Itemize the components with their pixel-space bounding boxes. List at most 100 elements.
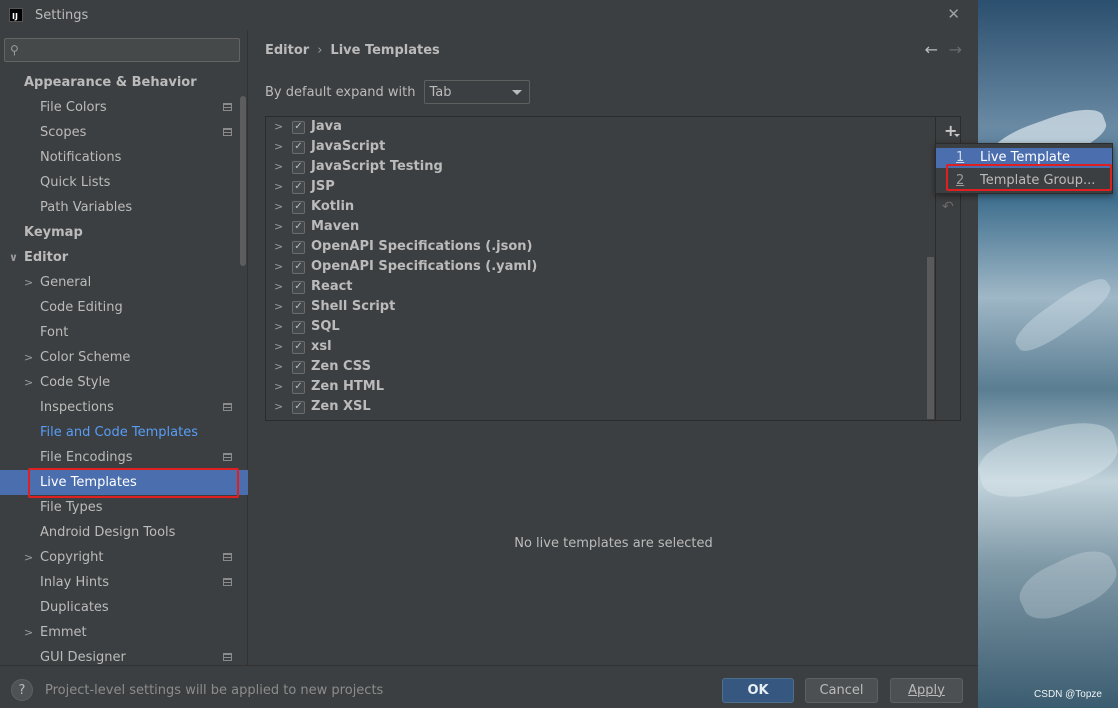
close-icon[interactable]: ✕ bbox=[947, 6, 960, 22]
chevron-right-icon[interactable]: > bbox=[274, 237, 286, 257]
templates-scrollbar[interactable] bbox=[927, 257, 934, 419]
template-group-row[interactable]: > ✓ Zen CSS bbox=[266, 357, 934, 377]
sidebar-item-font[interactable]: Font bbox=[0, 320, 240, 345]
chevron-right-icon[interactable]: > bbox=[274, 277, 286, 297]
template-group-row[interactable]: > ✓ SQL bbox=[266, 317, 934, 337]
template-group-row[interactable]: > ✓ React bbox=[266, 277, 934, 297]
apply-button[interactable]: Apply bbox=[890, 678, 963, 703]
sidebar-item-color-scheme[interactable]: > Color Scheme bbox=[0, 345, 240, 370]
template-group-checkbox[interactable]: ✓ bbox=[292, 200, 305, 214]
template-group-checkbox[interactable]: ✓ bbox=[292, 220, 305, 234]
sidebar-item-label: Duplicates bbox=[40, 600, 109, 615]
sidebar-item-quick-lists[interactable]: Quick Lists bbox=[0, 170, 240, 195]
template-group-checkbox[interactable]: ✓ bbox=[292, 140, 305, 154]
template-group-name: Shell Script bbox=[311, 299, 396, 314]
chevron-right-icon[interactable]: > bbox=[274, 377, 286, 397]
sidebar-item-editor[interactable]: ∨ Editor bbox=[0, 245, 240, 270]
chevron-right-icon[interactable]: > bbox=[24, 620, 33, 645]
template-group-checkbox[interactable]: ✓ bbox=[292, 360, 305, 374]
sidebar-item-appearance-behavior[interactable]: Appearance & Behavior bbox=[0, 70, 240, 95]
template-group-checkbox[interactable]: ✓ bbox=[292, 380, 305, 394]
template-group-row[interactable]: > ✓ Shell Script bbox=[266, 297, 934, 317]
template-group-checkbox[interactable]: ✓ bbox=[292, 320, 305, 334]
template-group-checkbox[interactable]: ✓ bbox=[292, 120, 305, 134]
chevron-right-icon[interactable]: > bbox=[274, 357, 286, 377]
ok-button[interactable]: OK bbox=[722, 678, 794, 703]
sidebar-item-scopes[interactable]: Scopes bbox=[0, 120, 240, 145]
chevron-right-icon[interactable]: > bbox=[274, 117, 286, 137]
template-group-row[interactable]: > ✓ JavaScript Testing bbox=[266, 157, 934, 177]
popup-item-live-template[interactable]: 1 Live Template bbox=[936, 148, 1112, 168]
sidebar-item-live-templates[interactable]: Live Templates bbox=[0, 470, 248, 495]
template-group-row[interactable]: > ✓ OpenAPI Specifications (.json) bbox=[266, 237, 934, 257]
template-group-checkbox[interactable]: ✓ bbox=[292, 240, 305, 254]
sidebar-item-inspections[interactable]: Inspections bbox=[0, 395, 240, 420]
chevron-right-icon[interactable]: > bbox=[24, 270, 33, 295]
add-icon[interactable]: + bbox=[944, 121, 961, 140]
chevron-right-icon[interactable]: > bbox=[274, 297, 286, 317]
template-group-row[interactable]: > ✓ Zen HTML bbox=[266, 377, 934, 397]
chevron-right-icon[interactable]: > bbox=[24, 370, 33, 395]
template-group-checkbox[interactable]: ✓ bbox=[292, 160, 305, 174]
chevron-right-icon[interactable]: > bbox=[274, 337, 286, 357]
sidebar-item-notifications[interactable]: Notifications bbox=[0, 145, 240, 170]
chevron-right-icon[interactable]: > bbox=[274, 137, 286, 157]
template-group-name: Zen CSS bbox=[311, 359, 371, 374]
chevron-down-icon[interactable]: ∨ bbox=[9, 245, 18, 270]
template-group-checkbox[interactable]: ✓ bbox=[292, 340, 305, 354]
sidebar-item-label: File Encodings bbox=[40, 450, 133, 465]
sidebar-item-file-and-code-templates[interactable]: File and Code Templates bbox=[0, 420, 240, 445]
chevron-right-icon[interactable]: > bbox=[274, 177, 286, 197]
sidebar-item-general[interactable]: > General bbox=[0, 270, 240, 295]
popup-item-template-group[interactable]: 2 Template Group... bbox=[936, 171, 1112, 191]
sidebar-item-file-types[interactable]: File Types bbox=[0, 495, 240, 520]
forward-arrow-icon[interactable]: → bbox=[949, 40, 962, 59]
sidebar-item-file-colors[interactable]: File Colors bbox=[0, 95, 240, 120]
sidebar-item-android-design-tools[interactable]: Android Design Tools bbox=[0, 520, 240, 545]
cancel-button[interactable]: Cancel bbox=[805, 678, 878, 703]
template-group-checkbox[interactable]: ✓ bbox=[292, 300, 305, 314]
template-group-checkbox[interactable]: ✓ bbox=[292, 400, 305, 414]
template-group-row[interactable]: > ✓ OpenAPI Specifications (.yaml) bbox=[266, 257, 934, 277]
template-group-row[interactable]: > ✓ JavaScript bbox=[266, 137, 934, 157]
template-group-row[interactable]: > ✓ Kotlin bbox=[266, 197, 934, 217]
breadcrumb-parent[interactable]: Editor bbox=[265, 43, 309, 58]
sidebar-item-label: Color Scheme bbox=[40, 350, 131, 365]
help-icon[interactable]: ? bbox=[11, 679, 33, 701]
sidebar-item-emmet[interactable]: > Emmet bbox=[0, 620, 240, 645]
sidebar-item-duplicates[interactable]: Duplicates bbox=[0, 595, 240, 620]
sidebar-item-copyright[interactable]: > Copyright bbox=[0, 545, 240, 570]
template-group-row[interactable]: > ✓ Zen XSL bbox=[266, 397, 934, 417]
sidebar-item-code-style[interactable]: > Code Style bbox=[0, 370, 240, 395]
sidebar-item-path-variables[interactable]: Path Variables bbox=[0, 195, 240, 220]
chevron-right-icon[interactable]: > bbox=[24, 345, 33, 370]
sidebar-item-file-encodings[interactable]: File Encodings bbox=[0, 445, 240, 470]
sidebar-item-code-editing[interactable]: Code Editing bbox=[0, 295, 240, 320]
chevron-right-icon[interactable]: > bbox=[274, 397, 286, 417]
chevron-right-icon[interactable]: > bbox=[24, 545, 33, 570]
sidebar-item-label: Code Editing bbox=[40, 300, 123, 315]
chevron-right-icon[interactable]: > bbox=[274, 197, 286, 217]
chevron-right-icon[interactable]: > bbox=[274, 317, 286, 337]
template-group-checkbox[interactable]: ✓ bbox=[292, 260, 305, 274]
restore-icon[interactable]: ↶ bbox=[942, 199, 954, 215]
sidebar-item-inlay-hints[interactable]: Inlay Hints bbox=[0, 570, 240, 595]
template-group-row[interactable]: > ✓ Java bbox=[266, 117, 934, 137]
chevron-right-icon[interactable]: > bbox=[274, 257, 286, 277]
expand-with-select[interactable]: Tab bbox=[423, 80, 530, 104]
project-scope-icon bbox=[223, 653, 232, 661]
template-group-checkbox[interactable]: ✓ bbox=[292, 180, 305, 194]
template-group-row[interactable]: > ✓ Maven bbox=[266, 217, 934, 237]
template-group-checkbox[interactable]: ✓ bbox=[292, 280, 305, 294]
expand-with-row: By default expand with Tab bbox=[265, 80, 530, 104]
sidebar-scrollbar[interactable] bbox=[240, 96, 246, 266]
chevron-right-icon[interactable]: > bbox=[274, 157, 286, 177]
search-input[interactable] bbox=[22, 40, 239, 60]
template-group-row[interactable]: > ✓ JSP bbox=[266, 177, 934, 197]
sidebar-item-keymap[interactable]: Keymap bbox=[0, 220, 240, 245]
search-icon: ⚲ bbox=[10, 43, 19, 57]
back-arrow-icon[interactable]: ← bbox=[925, 40, 938, 59]
template-group-row[interactable]: > ✓ xsl bbox=[266, 337, 934, 357]
chevron-right-icon[interactable]: > bbox=[274, 217, 286, 237]
search-field[interactable]: ⚲ bbox=[4, 38, 240, 62]
